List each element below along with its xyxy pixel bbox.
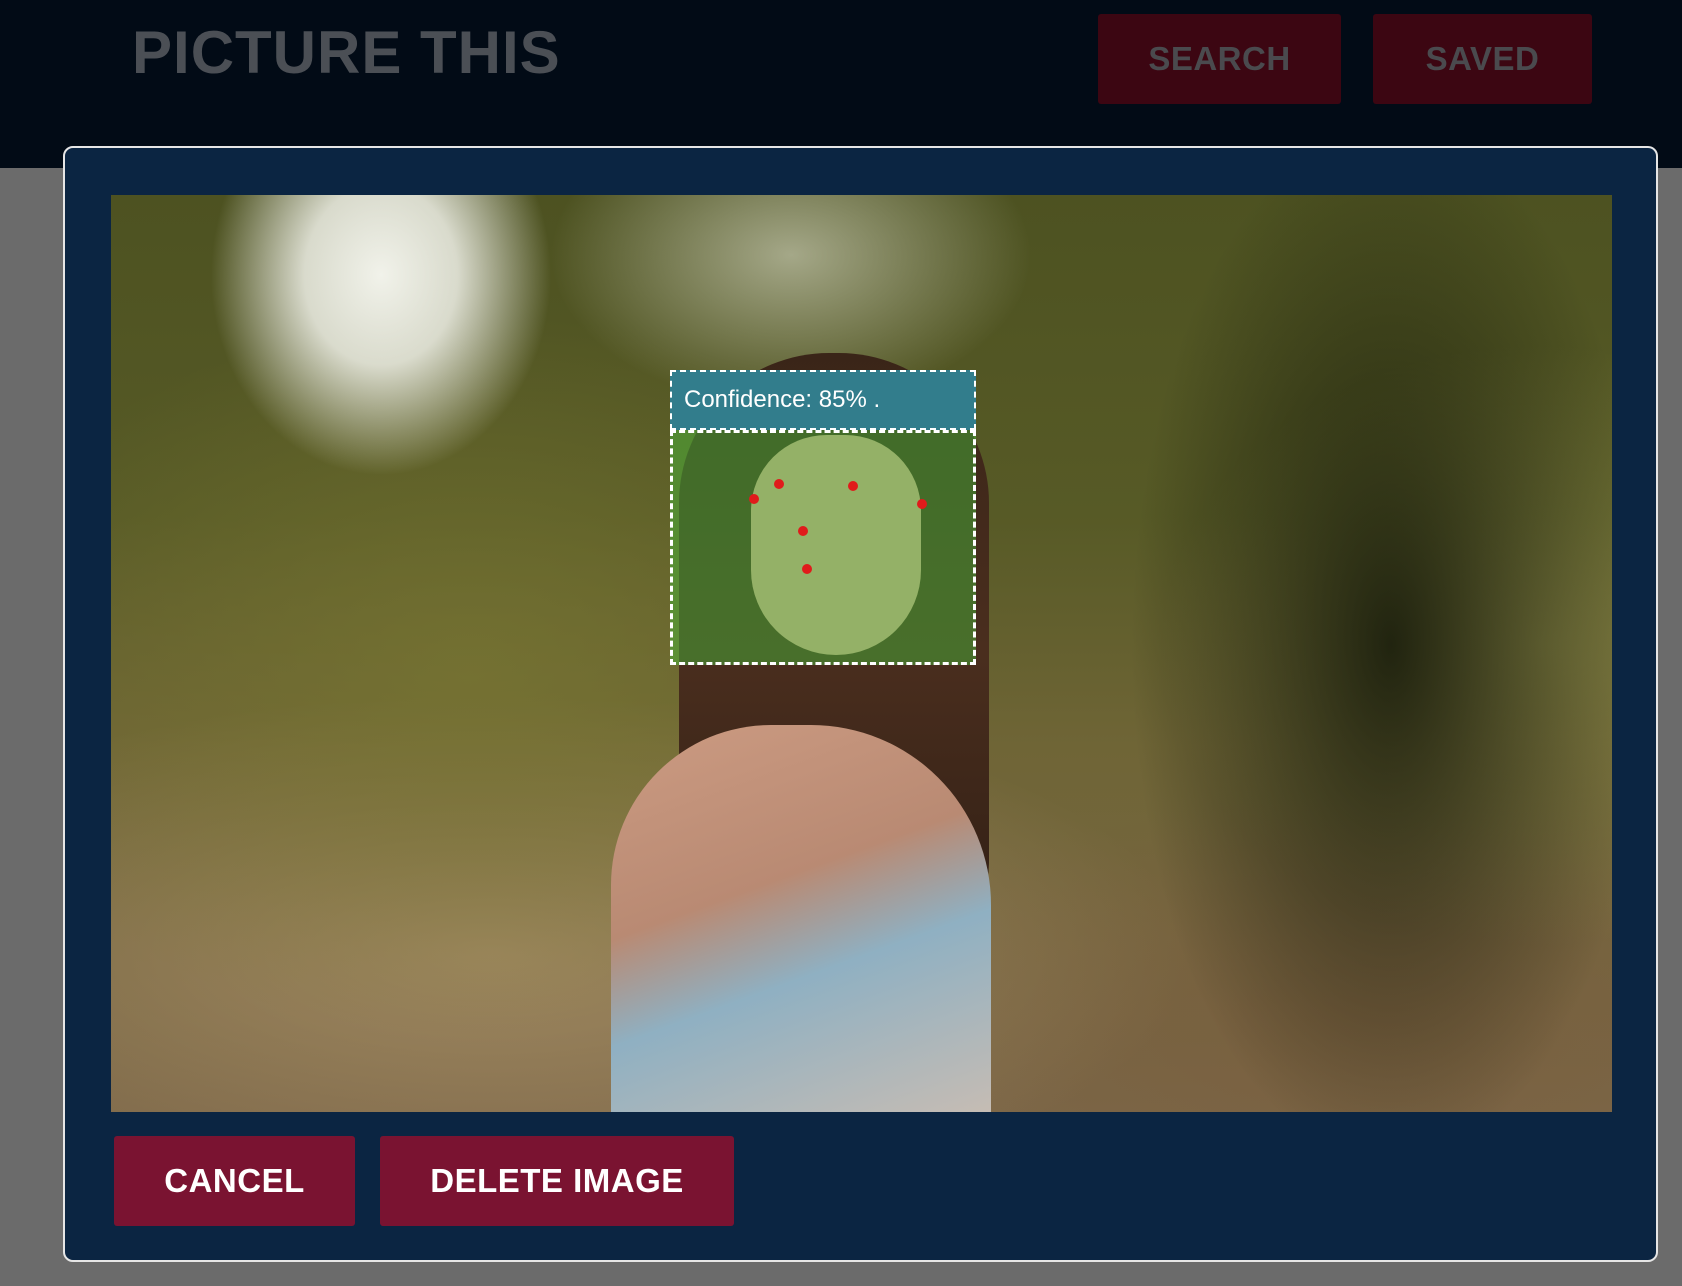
face-landmark-point xyxy=(802,564,812,574)
face-landmark-point xyxy=(917,499,927,509)
confidence-label: Confidence: 85% . xyxy=(670,370,976,430)
face-landmark-point xyxy=(749,494,759,504)
face-landmark-point xyxy=(774,479,784,489)
cancel-button[interactable]: CANCEL xyxy=(114,1136,355,1226)
app-logo: PICTURE THIS xyxy=(132,19,561,86)
search-nav-button[interactable]: SEARCH xyxy=(1098,14,1341,104)
photo-subject-shoulder xyxy=(611,725,991,1112)
face-detection-box xyxy=(670,430,976,665)
delete-image-button[interactable]: DELETE IMAGE xyxy=(380,1136,734,1226)
top-navigation-bar: PICTURE THIS SEARCH SAVED xyxy=(0,0,1682,168)
face-landmark-point xyxy=(848,481,858,491)
face-landmark-point xyxy=(798,526,808,536)
saved-nav-button[interactable]: SAVED xyxy=(1373,14,1592,104)
